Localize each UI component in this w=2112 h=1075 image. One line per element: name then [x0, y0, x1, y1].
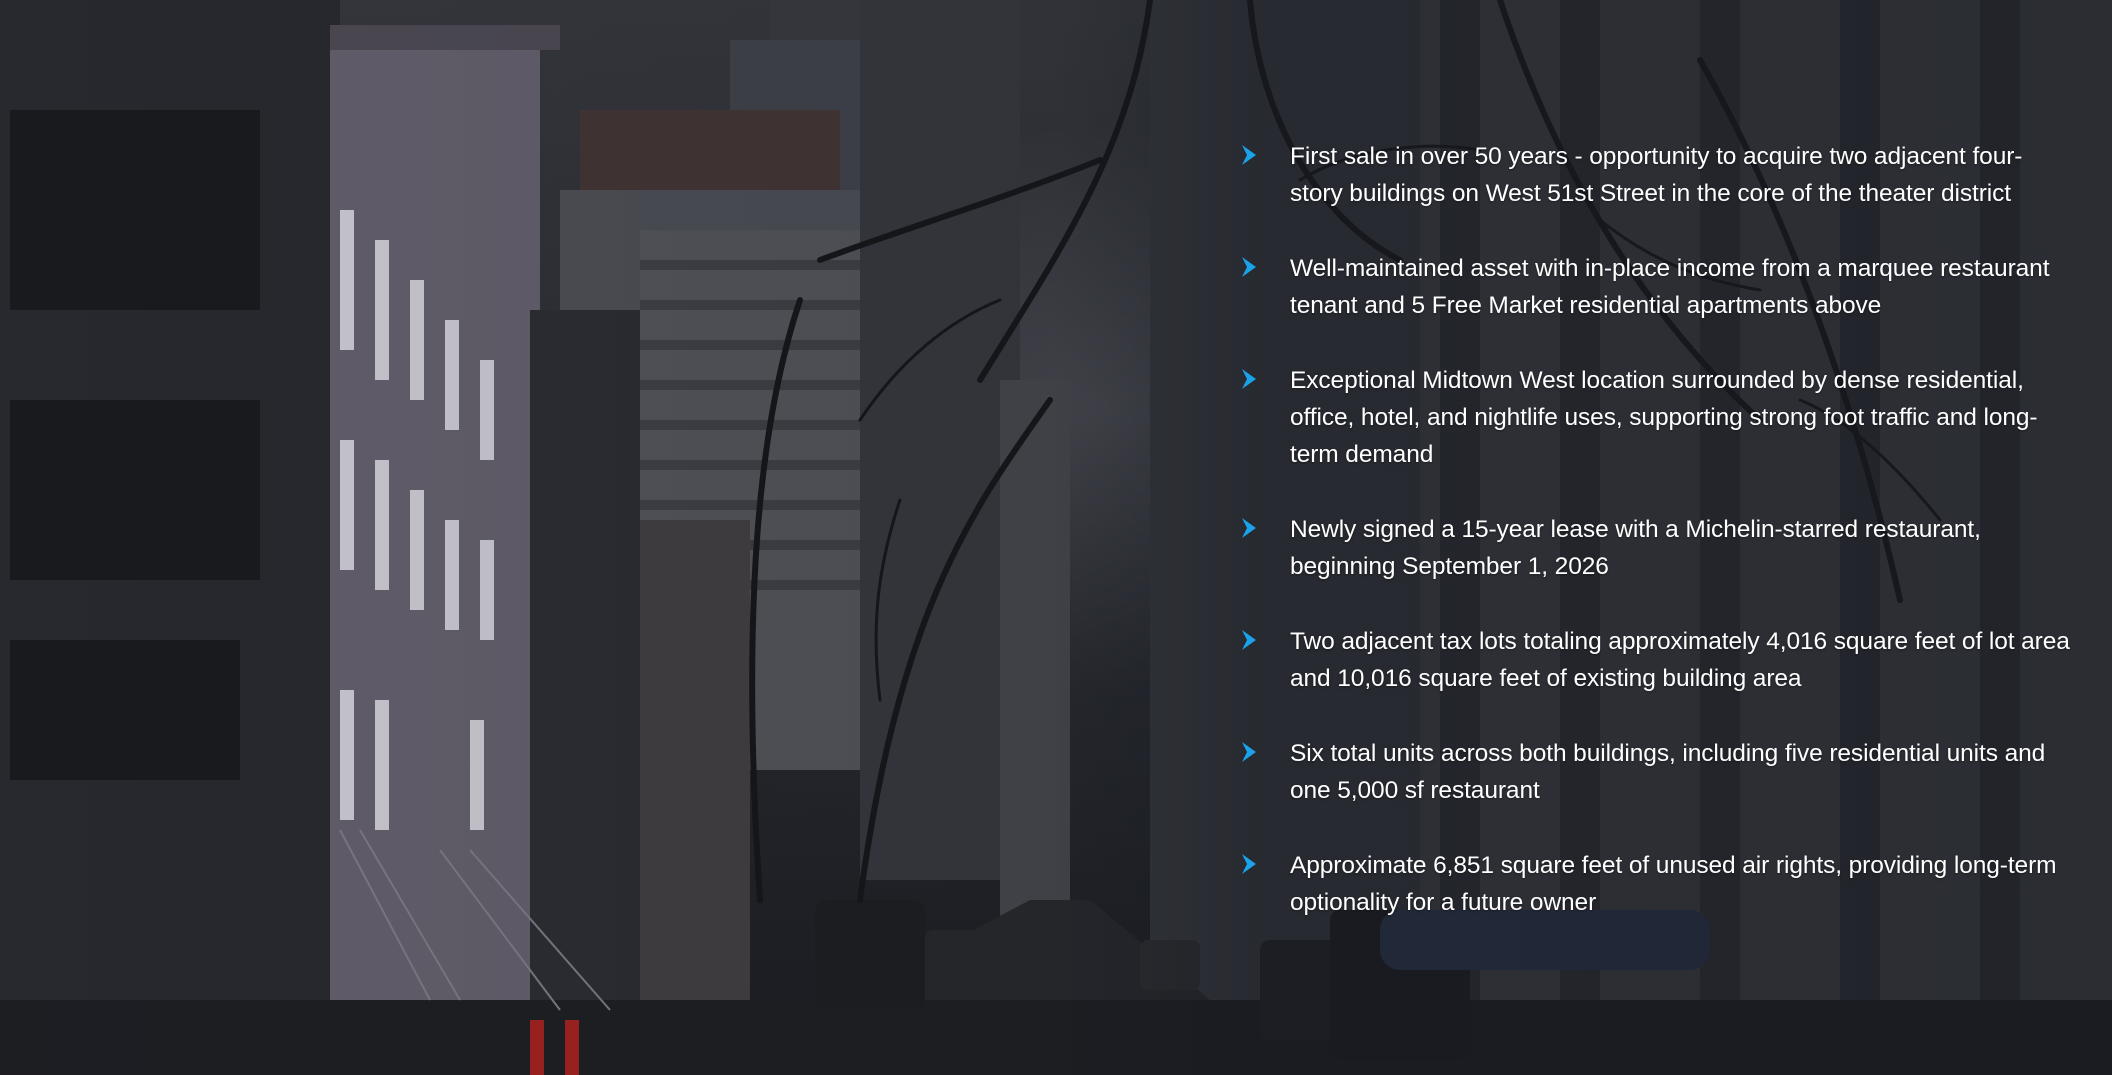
hero-section: First sale in over 50 years - opportunit…	[0, 0, 2112, 1075]
highlight-text: Two adjacent tax lots totaling approxima…	[1290, 628, 2070, 692]
highlight-item: First sale in over 50 years - opportunit…	[1240, 138, 2070, 212]
chevron-right-icon	[1240, 852, 1258, 876]
highlight-item: Exceptional Midtown West location surrou…	[1240, 362, 2070, 473]
chevron-right-icon	[1240, 367, 1258, 391]
highlight-text: Well-maintained asset with in-place inco…	[1290, 255, 2050, 319]
highlight-text: First sale in over 50 years - opportunit…	[1290, 143, 2023, 207]
chevron-right-icon	[1240, 740, 1258, 764]
chevron-right-icon	[1240, 516, 1258, 540]
highlight-item: Six total units across both buildings, i…	[1240, 735, 2070, 809]
highlight-text: Exceptional Midtown West location surrou…	[1290, 367, 2038, 468]
chevron-right-icon	[1240, 255, 1258, 279]
highlight-item: Two adjacent tax lots totaling approxima…	[1240, 623, 2070, 697]
highlight-text: Newly signed a 15-year lease with a Mich…	[1290, 516, 1981, 580]
highlight-text: Six total units across both buildings, i…	[1290, 740, 2046, 804]
highlight-item: Approximate 6,851 square feet of unused …	[1240, 847, 2070, 921]
chevron-right-icon	[1240, 628, 1258, 652]
investment-highlights-list: First sale in over 50 years - opportunit…	[1240, 138, 2070, 959]
highlight-text: Approximate 6,851 square feet of unused …	[1290, 852, 2057, 916]
highlight-item: Well-maintained asset with in-place inco…	[1240, 250, 2070, 324]
highlight-item: Newly signed a 15-year lease with a Mich…	[1240, 511, 2070, 585]
chevron-right-icon	[1240, 143, 1258, 167]
